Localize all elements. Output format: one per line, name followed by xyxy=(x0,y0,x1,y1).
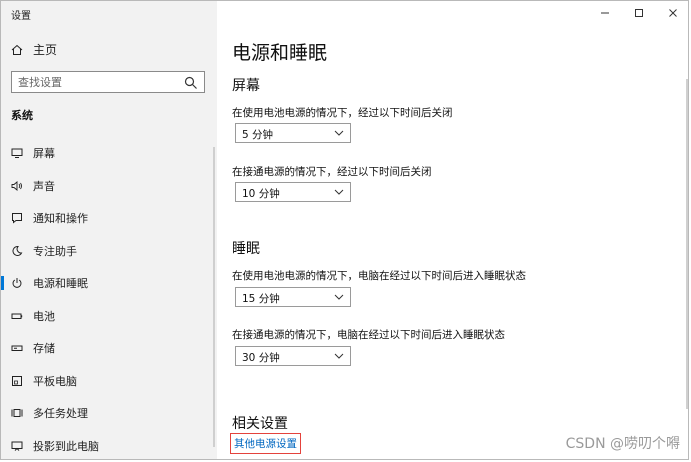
storage-icon xyxy=(11,342,23,354)
search-box[interactable] xyxy=(11,71,205,93)
home-label: 主页 xyxy=(33,43,58,57)
sidebar-item-storage[interactable]: 存储 xyxy=(1,332,217,365)
sleep-plugged-label: 在接通电源的情况下，电脑在经过以下时间后进入睡眠状态 xyxy=(232,329,505,341)
sidebar-item-label: 通知和操作 xyxy=(33,212,88,226)
sidebar-item-project-to-pc[interactable]: 投影到此电脑 xyxy=(1,430,217,460)
sidebar-item-focus-assist[interactable]: 专注助手 xyxy=(1,235,217,268)
close-icon xyxy=(669,9,677,17)
sidebar-item-battery[interactable]: 电池 xyxy=(1,300,217,333)
chevron-down-icon xyxy=(334,189,344,195)
maximize-button[interactable] xyxy=(622,1,656,25)
sidebar-item-label: 多任务处理 xyxy=(33,407,88,421)
battery-icon xyxy=(11,310,23,322)
sidebar-item-sound[interactable]: 声音 xyxy=(1,170,217,203)
sidebar-item-notifications[interactable]: 通知和操作 xyxy=(1,202,217,235)
home-nav-item[interactable]: 主页 xyxy=(11,41,57,58)
page-title: 电源和睡眠 xyxy=(232,42,328,64)
screen-plugged-label: 在接通电源的情况下，经过以下时间后关闭 xyxy=(232,166,432,178)
screen-section-title: 屏幕 xyxy=(232,78,260,94)
sidebar-item-label: 专注助手 xyxy=(33,244,77,258)
main-scrollbar[interactable] xyxy=(686,79,688,409)
home-icon xyxy=(11,44,23,55)
watermark: CSDN @唠叨个嘚 xyxy=(565,436,680,452)
section-label-system: 系统 xyxy=(11,109,33,122)
speaker-icon xyxy=(11,180,23,192)
sidebar-item-label: 电池 xyxy=(33,309,55,323)
dropdown-value: 15 分钟 xyxy=(242,293,280,305)
app-title: 设置 xyxy=(11,11,31,22)
sidebar-item-label: 存储 xyxy=(33,342,55,356)
minimize-icon xyxy=(601,12,609,14)
display-icon xyxy=(11,147,23,159)
multitask-icon xyxy=(11,407,23,419)
dropdown-value: 30 分钟 xyxy=(242,352,280,364)
screen-battery-dropdown[interactable]: 5 分钟 xyxy=(235,123,351,143)
screen-battery-label: 在使用电池电源的情况下，经过以下时间后关闭 xyxy=(232,107,453,119)
sidebar-scrollbar[interactable] xyxy=(213,147,215,447)
close-button[interactable] xyxy=(656,1,688,25)
sleep-section-title: 睡眠 xyxy=(232,241,260,257)
related-settings-title: 相关设置 xyxy=(232,416,288,432)
dropdown-value: 10 分钟 xyxy=(242,188,280,200)
dropdown-value: 5 分钟 xyxy=(242,129,274,141)
sidebar-item-display[interactable]: 屏幕 xyxy=(1,137,217,170)
project-icon xyxy=(11,440,23,452)
sidebar-item-label: 屏幕 xyxy=(33,147,55,161)
sidebar-item-power-sleep[interactable]: 电源和睡眠 xyxy=(1,267,217,300)
screen-plugged-dropdown[interactable]: 10 分钟 xyxy=(235,182,351,202)
sleep-battery-label: 在使用电池电源的情况下，电脑在经过以下时间后进入睡眠状态 xyxy=(232,270,526,282)
sidebar-item-multitasking[interactable]: 多任务处理 xyxy=(1,397,217,430)
chevron-down-icon xyxy=(334,130,344,136)
notification-icon xyxy=(11,212,23,224)
chevron-down-icon xyxy=(334,353,344,359)
window-controls xyxy=(588,1,688,25)
sidebar-item-label: 投影到此电脑 xyxy=(33,439,99,453)
sleep-battery-dropdown[interactable]: 15 分钟 xyxy=(235,287,351,307)
sidebar-nav: 屏幕 声音 通知和操作 专注助手 电源和睡眠 电池 存储 平板电脑 多任务处理 … xyxy=(1,137,217,460)
sidebar-item-label: 平板电脑 xyxy=(33,374,77,388)
sidebar-item-label: 电源和睡眠 xyxy=(33,277,88,291)
sidebar: 设置 主页 系统 屏幕 xyxy=(1,1,217,460)
moon-icon xyxy=(11,245,23,257)
chevron-down-icon xyxy=(334,294,344,300)
additional-power-settings-link[interactable]: 其他电源设置 xyxy=(230,433,301,454)
sleep-plugged-dropdown[interactable]: 30 分钟 xyxy=(235,346,351,366)
main-content: 电源和睡眠 屏幕 在使用电池电源的情况下，经过以下时间后关闭 5 分钟 在接通电… xyxy=(217,1,688,459)
maximize-icon xyxy=(635,9,643,17)
settings-window: 设置 主页 系统 屏幕 xyxy=(0,0,689,460)
minimize-button[interactable] xyxy=(588,1,622,25)
tablet-icon xyxy=(11,375,23,387)
power-icon xyxy=(11,277,23,289)
sidebar-item-label: 声音 xyxy=(33,179,55,193)
sidebar-item-tablet[interactable]: 平板电脑 xyxy=(1,365,217,398)
search-input[interactable] xyxy=(18,75,178,89)
search-icon[interactable] xyxy=(184,76,198,90)
